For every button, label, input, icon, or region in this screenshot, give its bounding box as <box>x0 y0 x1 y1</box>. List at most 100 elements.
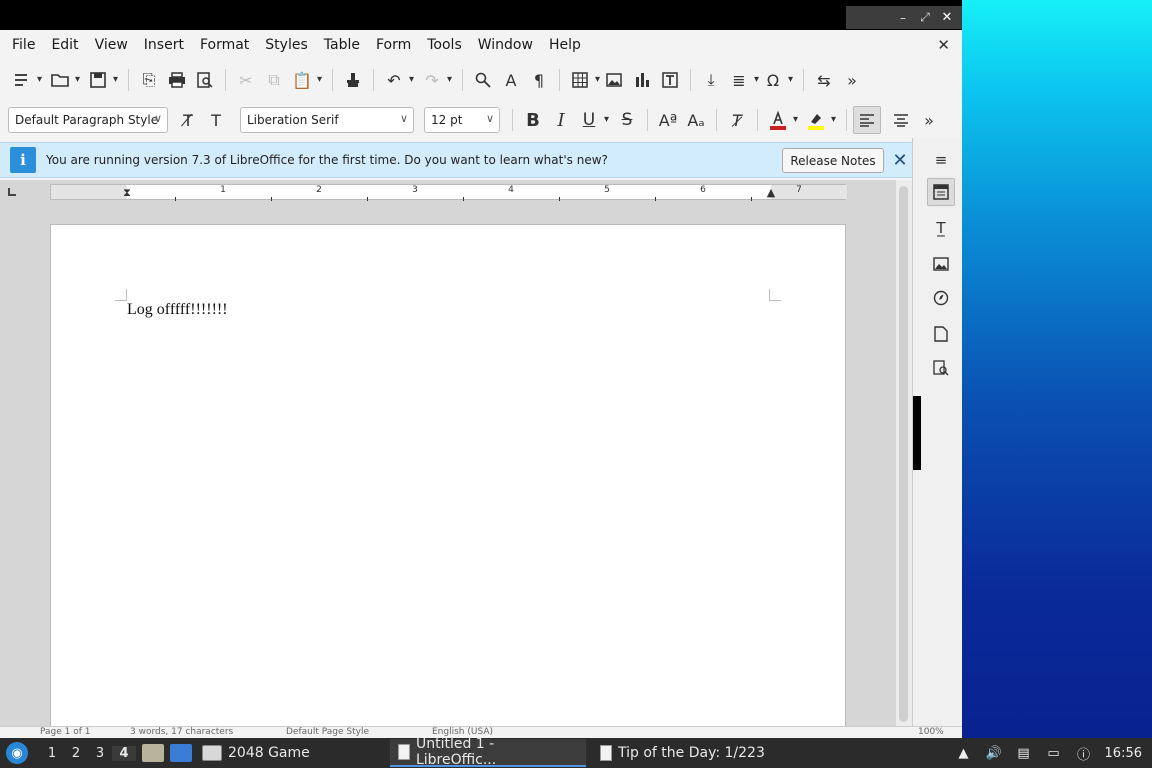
export-pdf-icon[interactable]: ⎘ <box>135 66 163 94</box>
status-word-count[interactable]: 3 words, 17 characters <box>130 727 233 737</box>
subscript-icon[interactable]: Aₐ <box>682 106 710 134</box>
window-icon <box>202 745 222 761</box>
status-page[interactable]: Page 1 of 1 <box>40 727 91 737</box>
workspace-2[interactable]: 2 <box>64 746 88 761</box>
paste-icon[interactable]: 📋 <box>288 66 322 94</box>
volume-icon[interactable]: 🔊 <box>985 744 1003 762</box>
scrollbar-thumb[interactable] <box>899 186 908 722</box>
update-style-icon[interactable]: T̸ <box>174 106 202 134</box>
network-icon[interactable]: ▭ <box>1045 744 1063 762</box>
menu-view[interactable]: View <box>87 37 136 53</box>
font-size-select[interactable]: 12 pt ∨ <box>424 107 500 133</box>
insert-field-icon[interactable]: ≣ <box>725 66 759 94</box>
ruler-tick <box>367 197 368 201</box>
page-icon[interactable] <box>927 320 955 348</box>
more-toolbar-icon[interactable]: » <box>915 106 943 134</box>
bold-icon[interactable]: B <box>519 106 547 134</box>
insert-image-icon[interactable] <box>600 66 628 94</box>
status-page-style[interactable]: Default Page Style <box>286 727 369 737</box>
font-color-icon[interactable] <box>764 106 798 134</box>
horizontal-ruler[interactable]: ⧗ ▲ 1 2 3 4 5 6 7 <box>50 184 847 201</box>
insert-text-box-icon[interactable] <box>656 66 684 94</box>
open-folder-icon[interactable] <box>46 66 80 94</box>
menu-tools[interactable]: Tools <box>419 37 470 53</box>
italic-icon[interactable]: I <box>547 106 575 134</box>
menu-insert[interactable]: Insert <box>136 37 192 53</box>
menu-form[interactable]: Form <box>368 37 419 53</box>
save-icon[interactable] <box>84 66 118 94</box>
copy-icon[interactable]: ⧉ <box>260 66 288 94</box>
more-toolbar-icon[interactable]: » <box>838 66 866 94</box>
minimize-button[interactable]: – <box>894 11 912 25</box>
right-indent-marker[interactable]: ▲ <box>767 186 775 199</box>
workspace-4[interactable]: 4 <box>112 745 136 761</box>
left-indent-marker[interactable]: ⧗ <box>123 186 131 200</box>
close-document-button[interactable]: ✕ <box>937 36 950 54</box>
close-infobar-button[interactable]: ✕ <box>890 149 910 171</box>
menu-edit[interactable]: Edit <box>43 37 86 53</box>
manage-changes-icon[interactable] <box>927 354 955 382</box>
notification-icon[interactable]: ⓘ <box>1075 744 1093 763</box>
infobar: i You are running version 7.3 of LibreOf… <box>0 142 912 178</box>
redo-icon[interactable]: ↷ <box>418 66 452 94</box>
maximize-button[interactable]: ⤢ <box>916 10 934 25</box>
status-zoom[interactable]: 100% <box>918 727 944 737</box>
menu-window[interactable]: Window <box>470 37 541 53</box>
document-page[interactable]: Log offfff!!!!!!! <box>50 224 846 728</box>
clock[interactable]: 16:56 <box>1105 746 1142 761</box>
styles-icon[interactable]: T̲ <box>927 214 955 242</box>
underline-icon[interactable]: U <box>575 106 609 134</box>
insert-hyperlink-icon[interactable]: ⇆ <box>810 66 838 94</box>
highlight-color-icon[interactable] <box>802 106 836 134</box>
tray-scroll-icon[interactable]: ▲ <box>955 744 973 762</box>
menu-styles[interactable]: Styles <box>257 37 315 53</box>
task-2048-game[interactable]: 2048 Game <box>194 739 318 767</box>
ruler-tick <box>559 197 560 201</box>
menu-format[interactable]: Format <box>192 37 257 53</box>
find-replace-icon[interactable] <box>469 66 497 94</box>
sidebar-menu-icon[interactable]: ≡ <box>927 146 955 174</box>
paragraph-style-select[interactable]: Default Paragraph Style ∨ <box>8 107 168 133</box>
align-center-icon[interactable] <box>887 106 915 134</box>
formatting-marks-icon[interactable]: ¶ <box>525 66 553 94</box>
new-document-icon[interactable] <box>8 66 42 94</box>
start-menu-icon[interactable]: ◉ <box>6 742 28 764</box>
print-icon[interactable] <box>163 66 191 94</box>
tab-stop-selector[interactable] <box>8 188 16 196</box>
clear-formatting-icon[interactable]: T̷ <box>723 106 751 134</box>
task-libreoffice-writer[interactable]: Untitled 1 - LibreOffic... <box>390 736 586 768</box>
superscript-icon[interactable]: Aª <box>654 106 682 134</box>
taskbar: ◉ 1 2 3 4 2048 Game Untitled 1 - LibreOf… <box>0 736 1152 768</box>
formatting-toolbar: Default Paragraph Style ∨ T̸ T Liberatio… <box>0 102 962 138</box>
new-style-icon[interactable]: T <box>202 106 230 134</box>
special-character-icon[interactable]: Ω <box>759 66 793 94</box>
task-tip-of-the-day[interactable]: Tip of the Day: 1/223 <box>592 739 773 767</box>
close-window-button[interactable]: ✕ <box>938 10 956 25</box>
strikethrough-icon[interactable]: S <box>613 106 641 134</box>
spelling-icon[interactable]: A <box>497 66 525 94</box>
insert-table-icon[interactable] <box>566 66 600 94</box>
insert-page-break-icon[interactable]: ⤓ <box>697 66 725 94</box>
insert-chart-icon[interactable] <box>628 66 656 94</box>
clone-formatting-icon[interactable] <box>339 66 367 94</box>
menu-help[interactable]: Help <box>541 37 589 53</box>
properties-icon[interactable] <box>927 178 955 206</box>
align-left-icon[interactable] <box>853 106 881 134</box>
menu-file[interactable]: File <box>4 37 43 53</box>
sidebar-collapse-handle[interactable] <box>913 396 921 470</box>
show-desktop-icon[interactable] <box>170 744 192 762</box>
cut-icon[interactable]: ✂ <box>232 66 260 94</box>
document-text[interactable]: Log offfff!!!!!!! <box>127 301 228 319</box>
vertical-scrollbar[interactable] <box>896 180 912 728</box>
workspace-3[interactable]: 3 <box>88 746 112 761</box>
navigator-icon[interactable] <box>927 284 955 312</box>
menu-table[interactable]: Table <box>316 37 368 53</box>
gallery-icon[interactable] <box>927 250 955 278</box>
undo-icon[interactable]: ↶ <box>380 66 414 94</box>
file-manager-icon[interactable] <box>142 744 164 762</box>
release-notes-button[interactable]: Release Notes <box>782 148 884 173</box>
workspace-1[interactable]: 1 <box>40 746 64 761</box>
font-name-select[interactable]: Liberation Serif ∨ <box>240 107 414 133</box>
clipboard-icon[interactable]: ▤ <box>1015 744 1033 762</box>
print-preview-icon[interactable] <box>191 66 219 94</box>
